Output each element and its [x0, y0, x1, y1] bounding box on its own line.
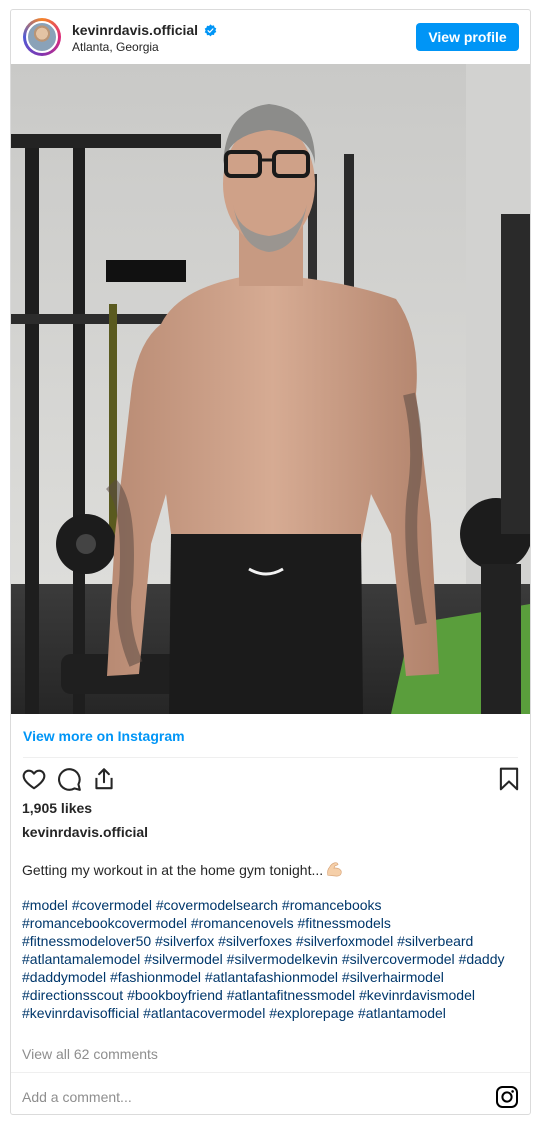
hashtag-link[interactable]: #silverfox: [155, 933, 214, 949]
post-photo-image: [11, 64, 530, 714]
hashtag-link[interactable]: #silverfoxmodel: [296, 933, 393, 949]
caption-text: Getting my workout in at the home gym to…: [22, 862, 324, 878]
flexed-biceps-emoji-icon: [327, 862, 342, 877]
header-location[interactable]: Atlanta, Georgia: [72, 40, 159, 54]
hashtag-link[interactable]: #romancebooks: [282, 897, 382, 913]
instagram-embed-card: kevinrdavis.official Atlanta, Georgia Vi…: [10, 9, 531, 1115]
post-header: kevinrdavis.official Atlanta, Georgia Vi…: [11, 10, 530, 64]
hashtag-link[interactable]: #fashionmodel: [110, 969, 201, 985]
header-username[interactable]: kevinrdavis.official: [72, 22, 198, 38]
verified-badge-icon: [204, 24, 217, 37]
hashtag-link[interactable]: #explorepage: [269, 1005, 354, 1021]
hashtag-link[interactable]: #kevinrdavisofficial: [22, 1005, 139, 1021]
view-profile-button[interactable]: View profile: [416, 23, 519, 51]
hashtag-link[interactable]: #directionsscout: [22, 987, 123, 1003]
share-icon[interactable]: [91, 766, 117, 792]
hashtag-link[interactable]: #model: [22, 897, 68, 913]
hashtag-link[interactable]: #covermodel: [72, 897, 152, 913]
hashtag-link[interactable]: #romancenovels: [191, 915, 294, 931]
likes-count[interactable]: 1,905 likes: [22, 800, 92, 816]
hashtag-link[interactable]: #romancebookcovermodel: [22, 915, 187, 931]
hashtag-list: #model #covermodel #covermodelsearch #ro…: [22, 896, 522, 1022]
avatar-image: [26, 21, 58, 53]
hashtag-link[interactable]: #daddy: [459, 951, 505, 967]
post-caption: Getting my workout in at the home gym to…: [22, 861, 519, 879]
post-owner-username[interactable]: kevinrdavis.official: [22, 824, 148, 840]
hashtag-link[interactable]: #atlantamodel: [358, 1005, 446, 1021]
hashtag-link[interactable]: #covermodelsearch: [156, 897, 278, 913]
divider: [23, 757, 518, 758]
view-all-comments-link[interactable]: View all 62 comments: [22, 1046, 158, 1062]
post-photo[interactable]: [11, 64, 530, 714]
add-comment-input[interactable]: [22, 1086, 462, 1108]
hashtag-link[interactable]: #silvercovermodel: [342, 951, 455, 967]
hashtag-link[interactable]: #silvermodel: [144, 951, 223, 967]
bookmark-icon[interactable]: [496, 766, 522, 792]
comment-icon[interactable]: [56, 766, 82, 792]
heart-icon[interactable]: [21, 766, 47, 792]
hashtag-link[interactable]: #fitnessmodelover50: [22, 933, 151, 949]
hashtag-link[interactable]: #atlantafashionmodel: [205, 969, 338, 985]
hashtag-link[interactable]: #silvermodelkevin: [227, 951, 338, 967]
hashtag-link[interactable]: #silverfoxes: [218, 933, 292, 949]
hashtag-link[interactable]: #atlantafitnessmodel: [227, 987, 355, 1003]
hashtag-link[interactable]: #atlantamalemodel: [22, 951, 140, 967]
instagram-icon[interactable]: [495, 1085, 519, 1109]
hashtag-link[interactable]: #bookboyfriend: [127, 987, 223, 1003]
action-bar: [11, 762, 530, 798]
hashtag-link[interactable]: #silverhairmodel: [342, 969, 444, 985]
view-more-on-instagram-link[interactable]: View more on Instagram: [23, 728, 185, 744]
hashtag-link[interactable]: #kevinrdavismodel: [359, 987, 475, 1003]
divider: [11, 1072, 530, 1073]
hashtag-link[interactable]: #daddymodel: [22, 969, 106, 985]
avatar[interactable]: [23, 18, 61, 56]
hashtag-link[interactable]: #fitnessmodels: [298, 915, 391, 931]
hashtag-link[interactable]: #atlantacovermodel: [143, 1005, 265, 1021]
hashtag-link[interactable]: #silverbeard: [397, 933, 473, 949]
